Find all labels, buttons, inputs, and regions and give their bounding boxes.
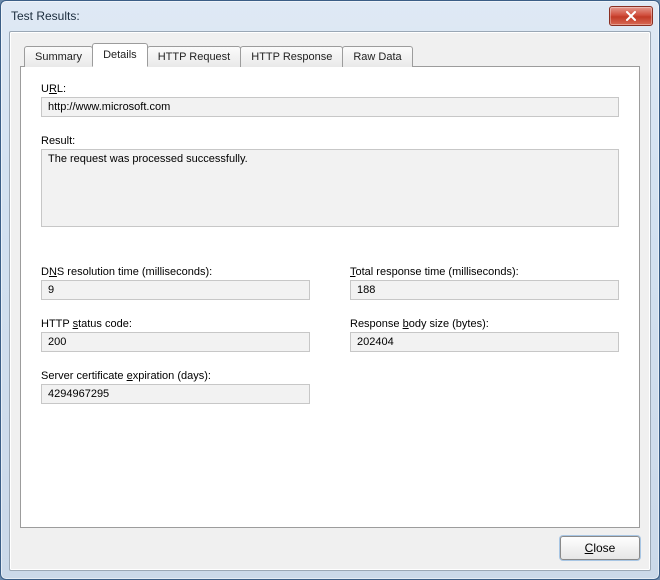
- tab-summary[interactable]: Summary: [24, 46, 93, 67]
- window-title: Test Results:: [11, 9, 609, 23]
- url-field[interactable]: [41, 97, 619, 117]
- tab-http-request[interactable]: HTTP Request: [147, 46, 242, 67]
- window-close-button[interactable]: [609, 6, 653, 26]
- cert-field[interactable]: [41, 384, 310, 404]
- client-area: Summary Details HTTP Request HTTP Respon…: [9, 31, 651, 571]
- total-time-label: Total response time (milliseconds):: [350, 266, 619, 278]
- dns-field[interactable]: [41, 280, 310, 300]
- body-size-field[interactable]: [350, 332, 619, 352]
- dialog-window: Test Results: Summary Details HTTP Reque…: [0, 0, 660, 580]
- dns-label: DNS resolution time (milliseconds):: [41, 266, 310, 278]
- body-size-label: Response body size (bytes):: [350, 318, 619, 330]
- close-icon: [625, 11, 637, 21]
- total-time-field[interactable]: [350, 280, 619, 300]
- tabstrip: Summary Details HTTP Request HTTP Respon…: [24, 42, 640, 66]
- tab-raw-data[interactable]: Raw Data: [342, 46, 412, 67]
- close-button[interactable]: Close: [560, 536, 640, 560]
- cert-label: Server certificate expiration (days):: [41, 370, 310, 382]
- tab-http-response[interactable]: HTTP Response: [240, 46, 343, 67]
- status-field[interactable]: [41, 332, 310, 352]
- result-field[interactable]: The request was processed successfully.: [41, 149, 619, 227]
- dialog-footer: Close: [20, 528, 640, 560]
- titlebar: Test Results:: [1, 1, 659, 31]
- result-label: Result:: [41, 135, 619, 147]
- url-label: URL:: [41, 83, 619, 95]
- tab-details[interactable]: Details: [92, 43, 148, 67]
- tabpanel-details: URL: Result: The request was processed s…: [20, 66, 640, 528]
- status-label: HTTP status code:: [41, 318, 310, 330]
